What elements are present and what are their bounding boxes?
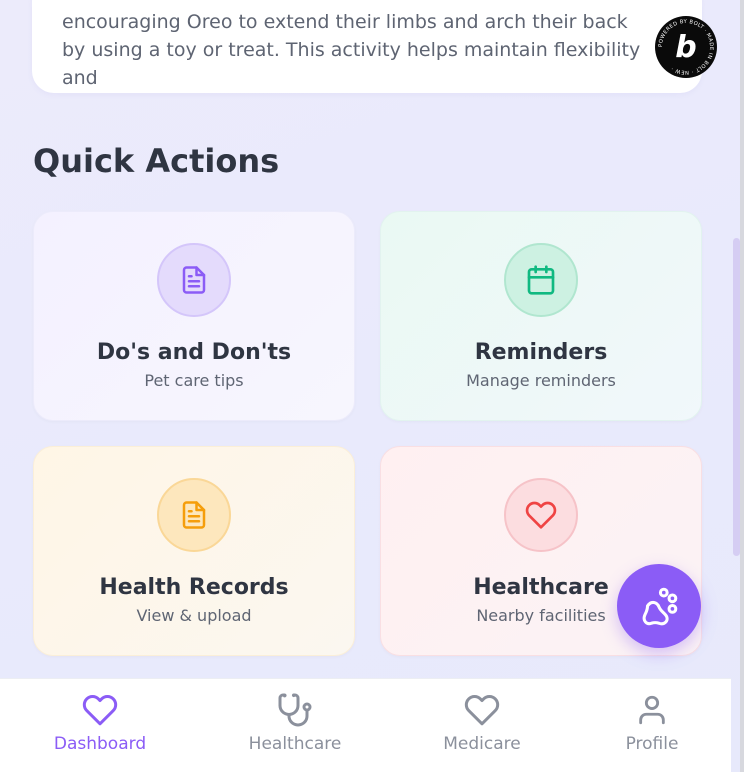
document-icon — [182, 266, 206, 294]
nav-profile[interactable]: Profile — [592, 679, 712, 754]
card-icon-circle — [504, 243, 578, 317]
nav-label: Medicare — [443, 734, 521, 754]
card-title: Health Records — [99, 575, 289, 600]
stethoscope-icon — [278, 693, 312, 727]
card-health-records[interactable]: Health Records View & upload — [33, 446, 355, 656]
card-subtitle: Pet care tips — [144, 371, 244, 390]
card-subtitle: Manage reminders — [466, 371, 616, 390]
tip-card: encouraging Oreo to extend their limbs a… — [32, 0, 702, 93]
nav-label: Healthcare — [248, 734, 342, 754]
bolt-logo-letter: b — [675, 29, 697, 65]
card-subtitle: Nearby facilities — [476, 606, 606, 625]
paw-fab-button[interactable] — [617, 564, 701, 648]
heart-icon — [82, 695, 118, 726]
card-icon-circle — [157, 478, 231, 552]
heart-icon — [525, 501, 557, 529]
card-dos-and-donts[interactable]: Do's and Don'ts Pet care tips — [33, 211, 355, 421]
nav-dashboard[interactable]: Dashboard — [40, 679, 160, 754]
heart-icon — [464, 695, 500, 726]
window-edge — [740, 0, 744, 772]
nav-label: Dashboard — [53, 734, 147, 754]
card-title: Reminders — [474, 340, 608, 365]
bottom-navigation: Dashboard Healthcare Medicare Profile — [0, 678, 731, 772]
quick-actions-title: Quick Actions — [33, 142, 280, 180]
user-icon — [639, 695, 665, 725]
calendar-icon — [527, 265, 555, 295]
nav-healthcare[interactable]: Healthcare — [235, 679, 355, 754]
card-subtitle: View & upload — [136, 606, 252, 625]
card-title: Do's and Don'ts — [96, 340, 292, 365]
paw-icon — [642, 587, 678, 626]
card-icon-circle — [157, 243, 231, 317]
file-text-icon — [182, 501, 206, 529]
nav-medicare[interactable]: Medicare — [422, 679, 542, 754]
card-title: Healthcare — [473, 575, 609, 600]
bolt-badge[interactable]: POWERED BY BOLT · MADE IN BOLT · NEW · b — [655, 16, 717, 78]
card-reminders[interactable]: Reminders Manage reminders — [380, 211, 702, 421]
tip-text: encouraging Oreo to extend their limbs a… — [62, 11, 641, 89]
card-icon-circle — [504, 478, 578, 552]
nav-label: Profile — [625, 734, 679, 754]
scrollbar-thumb[interactable] — [733, 238, 740, 556]
